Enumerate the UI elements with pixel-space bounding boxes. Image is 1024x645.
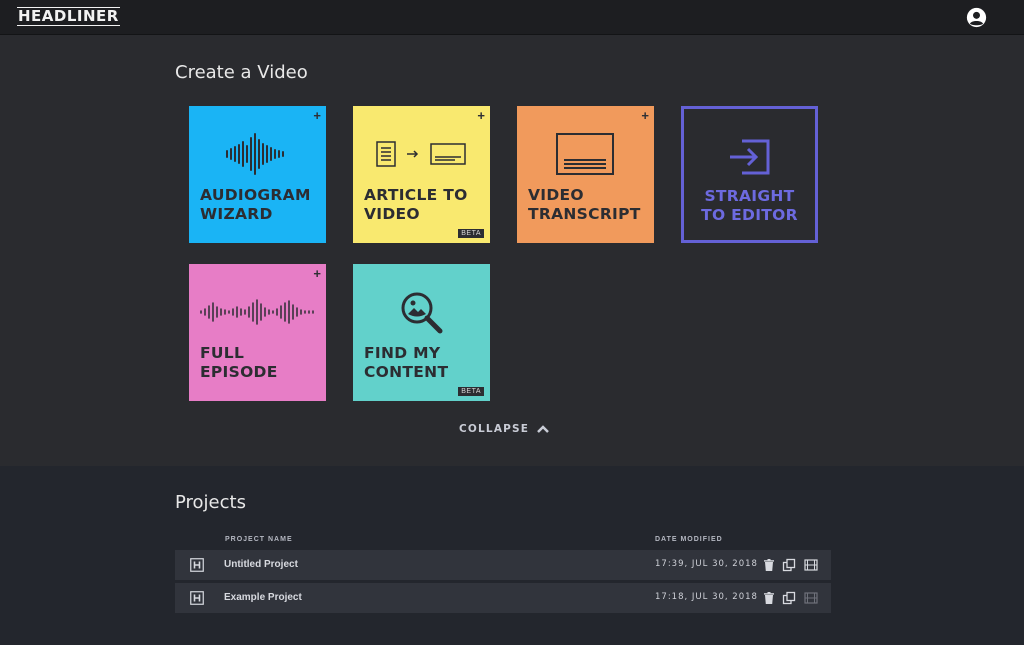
card-label: VIDEO TRANSCRIPT [528,186,641,223]
straight-to-editor-card[interactable]: STRAIGHT TO EDITOR [681,106,818,243]
trash-icon[interactable] [762,558,776,572]
headliner-logo[interactable]: HEADLINER [17,7,120,26]
plus-icon: + [641,108,649,123]
card-label: STRAIGHT TO EDITOR [701,187,798,224]
headliner-project-icon [190,591,204,605]
column-header-date-modified[interactable]: DATE MODIFIED [655,536,723,543]
card-label: FULL EPISODE [200,344,278,381]
film-strip-icon[interactable] [804,591,818,605]
date-modified: 17:18, JUL 30, 2018 [655,592,758,602]
chevron-up-icon [537,425,550,433]
article-to-video-icon [376,141,466,167]
user-circle-icon[interactable] [966,7,987,28]
audiogram-wizard-card[interactable]: + AUDIOGRAM WIZARD [189,106,326,243]
beta-badge: BETA [458,229,484,238]
table-row[interactable]: Untitled Project 17:39, JUL 30, 2018 [175,550,831,580]
collapse-button[interactable]: COLLAPSE [459,423,550,435]
create-video-section [0,36,1024,466]
transcript-screen-icon [556,133,614,175]
card-label: ARTICLE TO VIDEO [364,186,468,223]
find-my-content-card[interactable]: FIND MY CONTENT BETA [353,264,490,401]
collapse-label: COLLAPSE [459,423,530,435]
projects-title: Projects [175,492,246,513]
waveform-icon [226,133,284,175]
plus-icon: + [313,266,321,281]
card-label: FIND MY CONTENT [364,344,449,381]
table-row[interactable]: Example Project 17:18, JUL 30, 2018 [175,583,831,613]
duplicate-icon[interactable] [782,591,796,605]
duplicate-icon[interactable] [782,558,796,572]
headliner-project-icon [190,558,204,572]
create-video-title: Create a Video [175,62,308,83]
project-name[interactable]: Example Project [224,592,302,603]
card-label: AUDIOGRAM WIZARD [200,186,311,223]
plus-icon: + [477,108,485,123]
beta-badge: BETA [458,387,484,396]
search-image-icon [401,292,443,334]
long-waveform-icon [200,299,314,325]
date-modified: 17:39, JUL 30, 2018 [655,559,758,569]
full-episode-card[interactable]: + FULL EPISODE [189,264,326,401]
film-strip-icon[interactable] [804,558,818,572]
plus-icon: + [313,108,321,123]
top-bar: HEADLINER [0,0,1024,35]
column-header-project-name[interactable]: PROJECT NAME [225,536,293,543]
project-name[interactable]: Untitled Project [224,559,298,570]
article-to-video-card[interactable]: + ARTICLE TO VIDEO BETA [353,106,490,243]
enter-editor-icon [730,139,770,175]
video-transcript-card[interactable]: + VIDEO TRANSCRIPT [517,106,654,243]
trash-icon[interactable] [762,591,776,605]
